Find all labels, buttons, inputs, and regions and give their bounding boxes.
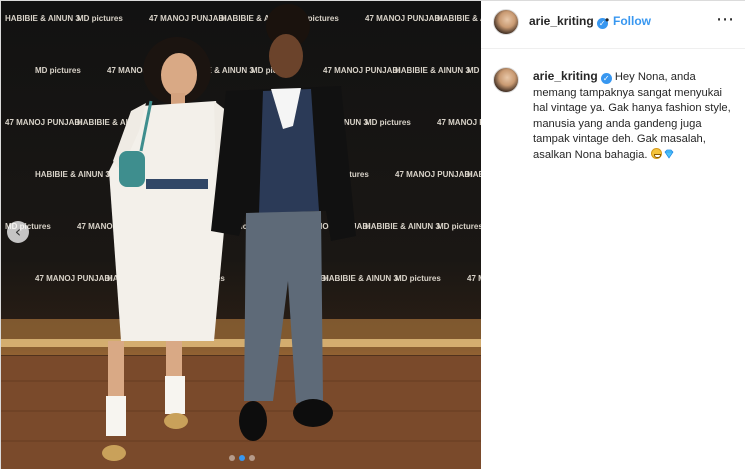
more-horizontal-icon[interactable]: ⋯ [716,9,734,29]
carousel-prev-button[interactable]: ‹ [7,221,29,243]
backdrop-logo: HABIBIE & AINUN 3 [35,170,110,179]
backdrop-logo: MD pictures [35,66,81,75]
caption-text: Hey Nona, anda memang tampaknya sangat m… [533,71,731,161]
caption-author-avatar[interactable] [493,67,519,93]
backdrop-logo: HABIBIE & AINUN 3 [395,66,470,75]
backdrop-logo: HABIBIE & AINUN 3 [5,14,80,23]
backdrop-logo: HABIBIE & AINUN 3 [437,14,481,23]
carousel-dot [229,455,235,461]
post-photo[interactable]: HABIBIE & AINUN 3 MD pictures 47 MANOJ PUN… [1,1,481,469]
backdrop-logo: 47 MANOJ PUNJABI [467,274,481,283]
backdrop-logo: MD pictures [437,222,481,231]
backdrop-logo: MD pictures [395,274,441,283]
carousel-dot-active [239,455,245,461]
backdrop-logo: HABIBIE & AINUN 3 [467,170,481,179]
backdrop-logo: 47 MANOJ PUNJABI [323,66,400,75]
backdrop-logo: 47 MANOJ PUNJABI [35,274,112,283]
follow-button[interactable]: Follow [613,14,651,28]
caption-username[interactable]: arie_kriting ✓ [533,69,612,84]
carousel-dot [249,455,255,461]
stage-lights [1,319,481,355]
backdrop-logo: 47 MANOJ PUNJABI [149,14,226,23]
backdrop-logo: MD pictures [365,118,411,127]
header-separator: • [605,13,610,27]
verified-badge-icon: ✓ [600,73,612,84]
author-username[interactable]: arie_kriting ✓ [529,14,608,29]
grinning-face-emoji [650,147,662,159]
backdrop-logo: 47 MANOJ PUNJABI [395,170,472,179]
carousel-dots [229,455,255,461]
backdrop-logo: MD pictures [467,66,481,75]
backdrop-logo: 47 MANOJ PUNJABI [437,118,481,127]
backdrop-logo: MD pictures [77,14,123,23]
backdrop-logo: 47 MANOJ PUNJABI [5,118,82,127]
backdrop-logo: HABIBIE & AINUN 3 [365,222,440,231]
post-header: arie_kriting ✓ • Follow ⋯ [481,1,745,49]
caption-text-block: arie_kriting ✓ Hey Nona, anda memang tamp… [533,69,738,163]
backdrop-logo: 47 MANOJ PUNJABI [365,14,442,23]
photo-illustration: HABIBIE & AINUN 3MD pictures 47 MANOJ PUN… [1,4,481,469]
author-avatar[interactable] [493,9,519,35]
post-sidebar: arie_kriting ✓ • Follow ⋯ arie_kriting ✓ H… [481,1,745,469]
backdrop-logo: HABIBIE & AINUN 3 [323,274,398,283]
gem-stone-emoji [664,149,674,159]
instagram-post: HABIBIE & AINUN 3 MD pictures 47 MANOJ PUN… [0,0,745,469]
